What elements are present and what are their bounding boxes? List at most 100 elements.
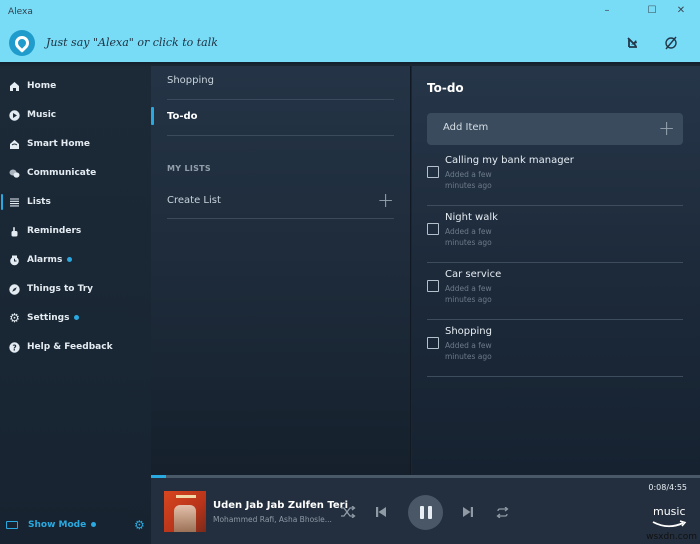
album-figure bbox=[174, 505, 196, 532]
todo-item: Car service Added a few minutes ago bbox=[427, 263, 683, 320]
add-item-input[interactable]: Add Item + bbox=[427, 113, 683, 145]
notification-dot bbox=[74, 315, 80, 320]
close-button[interactable]: ✕ bbox=[670, 4, 692, 18]
todo-added-time: Added a few minutes ago bbox=[445, 227, 492, 247]
pause-button[interactable] bbox=[408, 495, 443, 530]
alexa-logo-icon bbox=[12, 33, 32, 53]
list-shopping[interactable]: Shopping bbox=[167, 66, 394, 100]
repeat-icon bbox=[495, 506, 509, 518]
sidebar-item-label: Communicate bbox=[27, 168, 97, 178]
create-list-label: Create List bbox=[167, 195, 221, 206]
mic-off-button[interactable] bbox=[662, 34, 680, 52]
show-mode-button[interactable]: Show Mode bbox=[28, 520, 97, 530]
chat-bubbles-icon bbox=[9, 168, 20, 179]
skip-next-icon bbox=[463, 507, 473, 517]
now-playing-bar: Uden Jab Jab Zulfen Teri Mohammed Rafi, … bbox=[151, 478, 700, 544]
todo-added-time: Added a few minutes ago bbox=[445, 341, 492, 361]
todo-added-time: Added a few minutes ago bbox=[445, 170, 492, 190]
alexa-talk-button[interactable] bbox=[9, 30, 35, 56]
window-title: Alexa bbox=[8, 7, 33, 17]
compass-icon bbox=[9, 283, 20, 295]
plus-icon[interactable]: + bbox=[658, 118, 675, 138]
shuffle-icon bbox=[341, 506, 356, 518]
todo-item: Shopping Added a few minutes ago bbox=[427, 320, 683, 377]
sidebar-item-communicate[interactable]: Communicate bbox=[0, 161, 151, 185]
gear-icon: ⚙ bbox=[9, 311, 20, 325]
sidebar-item-label: Smart Home bbox=[27, 139, 91, 149]
todo-checkbox[interactable] bbox=[427, 337, 439, 349]
reminder-hand-icon bbox=[9, 226, 20, 237]
sidebar-item-label: Things to Try bbox=[27, 284, 94, 294]
sidebar-item-label: Reminders bbox=[27, 226, 82, 236]
maximize-button[interactable]: ☐ bbox=[641, 4, 663, 18]
todo-checkbox[interactable] bbox=[427, 166, 439, 178]
pause-icon-bar bbox=[419, 506, 424, 519]
sidebar-item-label: Settings bbox=[27, 313, 80, 323]
add-item-placeholder: Add Item bbox=[443, 122, 489, 133]
playback-time: 0:08/4:55 bbox=[648, 483, 687, 492]
repeat-button[interactable] bbox=[493, 504, 511, 520]
show-mode-tv-icon[interactable] bbox=[6, 521, 18, 529]
play-circle-icon bbox=[9, 109, 20, 121]
list-to-do[interactable]: To-do bbox=[151, 100, 394, 136]
show-mode-bar: Show Mode ⚙ bbox=[0, 516, 151, 536]
todo-added-time: Added a few minutes ago bbox=[445, 284, 492, 304]
sidebar-item-smart-home[interactable]: Smart Home bbox=[0, 132, 151, 156]
sidebar-item-settings[interactable]: ⚙ Settings bbox=[0, 306, 151, 330]
sidebar-item-text: Settings bbox=[27, 313, 70, 323]
help-icon: ? bbox=[9, 341, 20, 353]
sidebar-item-label: Home bbox=[27, 81, 57, 91]
album-art[interactable] bbox=[164, 491, 206, 532]
todo-title[interactable]: Car service bbox=[445, 269, 501, 280]
todo-title[interactable]: Calling my bank manager bbox=[445, 155, 574, 166]
lists-panel: Shopping To-do MY LISTS Create List + bbox=[151, 66, 411, 475]
sidebar-item-home[interactable]: Home bbox=[0, 74, 151, 98]
sidebar-item-text: Alarms bbox=[27, 255, 63, 265]
sidebar-item-label: Lists bbox=[27, 197, 51, 207]
minimize-button[interactable]: – bbox=[596, 4, 618, 18]
plus-icon: + bbox=[377, 188, 394, 212]
sidebar-item-alarms[interactable]: Alarms bbox=[0, 248, 151, 272]
todo-item: Calling my bank manager Added a few minu… bbox=[427, 149, 683, 206]
home-icon bbox=[9, 81, 20, 92]
sidebar-item-label: Alarms bbox=[27, 255, 73, 265]
sidebar-item-lists[interactable]: Lists bbox=[0, 190, 151, 214]
do-not-disturb-button[interactable] bbox=[624, 34, 642, 52]
list-detail-panel: To-do Add Item + Calling my bank manager… bbox=[412, 66, 700, 475]
list-label: To-do bbox=[167, 111, 198, 122]
album-title-strip bbox=[176, 495, 196, 498]
create-list-button[interactable]: Create List + bbox=[167, 184, 394, 219]
do-not-disturb-icon bbox=[627, 37, 637, 48]
list-icon bbox=[9, 197, 20, 208]
sidebar-item-label: Help & Feedback bbox=[27, 342, 113, 352]
next-button[interactable] bbox=[461, 504, 475, 520]
sidebar-item-label: Music bbox=[27, 110, 57, 120]
list-title: To-do bbox=[427, 81, 464, 95]
alarm-clock-icon bbox=[9, 255, 20, 266]
svg-text:?: ? bbox=[12, 343, 16, 352]
todo-checkbox[interactable] bbox=[427, 280, 439, 292]
sidebar-item-things-to-try[interactable]: Things to Try bbox=[0, 277, 151, 301]
track-artist: Mohammed Rafi, Asha Bhosle... bbox=[213, 515, 332, 524]
todo-checkbox[interactable] bbox=[427, 223, 439, 235]
sidebar-item-help-feedback[interactable]: ? Help & Feedback bbox=[0, 335, 151, 359]
watermark: wsxdn.com bbox=[646, 532, 697, 542]
show-mode-label: Show Mode bbox=[28, 520, 87, 530]
gear-icon[interactable]: ⚙ bbox=[134, 518, 145, 532]
notification-dot bbox=[67, 257, 73, 262]
amazon-smile-icon bbox=[652, 520, 687, 528]
list-label: Shopping bbox=[167, 75, 214, 86]
sidebar-item-music[interactable]: Music bbox=[0, 103, 151, 127]
my-lists-heading: MY LISTS bbox=[167, 164, 211, 173]
shuffle-button[interactable] bbox=[339, 504, 357, 520]
track-title[interactable]: Uden Jab Jab Zulfen Teri bbox=[213, 500, 348, 511]
sidebar-nav: Home Music Smart Home Communicate Lists … bbox=[0, 66, 151, 544]
previous-button[interactable] bbox=[374, 504, 388, 520]
todo-title[interactable]: Night walk bbox=[445, 212, 498, 223]
skip-previous-icon bbox=[376, 507, 386, 517]
talk-prompt[interactable]: Just say "Alexa" or click to talk bbox=[46, 36, 218, 49]
todo-title[interactable]: Shopping bbox=[445, 326, 492, 337]
sidebar-item-reminders[interactable]: Reminders bbox=[0, 219, 151, 243]
mic-off-icon bbox=[665, 36, 677, 50]
amazon-music-logo: music bbox=[651, 505, 687, 531]
